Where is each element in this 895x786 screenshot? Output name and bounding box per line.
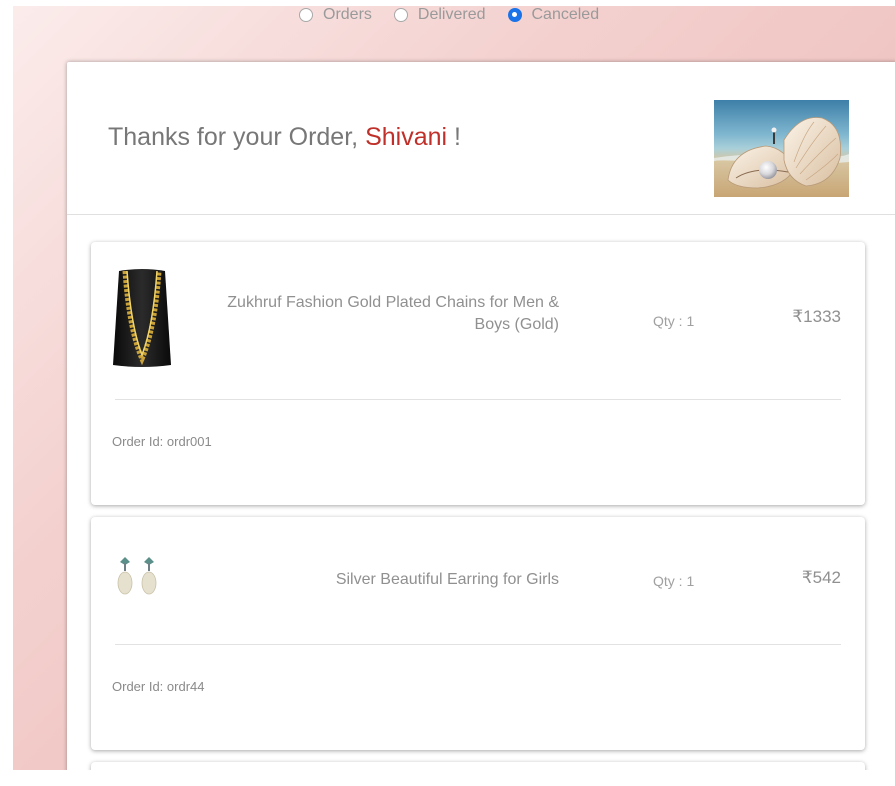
card-divider [115,644,841,645]
customer-name: Shivani [365,123,448,151]
product-name: Zukhruf Fashion Gold Plated Chains for M… [227,294,559,333]
filter-orders-option[interactable]: Orders [299,6,372,24]
filter-delivered-option[interactable]: Delivered [393,6,486,24]
order-id: Order Id: ordr44 [112,679,205,694]
card-divider [115,399,841,400]
gold-chain-product-image [113,269,171,367]
page-title: Thanks for your Order, Shivani ! [108,123,461,152]
product-qty: Qty : 1 [653,573,695,589]
product-price: ₹542 [801,568,841,587]
product-name: Silver Beautiful Earring for Girls [335,571,559,588]
panel-header: Thanks for your Order, Shivani ! [67,62,895,215]
page-viewport: Orders Delivered Canceled Thanks for you… [13,6,895,770]
order-status-filter: Orders Delivered Canceled [299,6,621,26]
filter-canceled-radio[interactable] [507,8,522,22]
filter-orders-label: Orders [323,6,372,23]
filter-delivered-radio[interactable] [393,8,408,22]
order-card [91,762,865,770]
filter-canceled-option[interactable]: Canceled [507,6,600,24]
orders-panel: Thanks for your Order, Shivani ! Zukhruf… [67,62,895,770]
greeting-prefix: Thanks for your Order, [108,123,359,151]
product-price: ₹1333 [792,307,841,326]
filter-delivered-label: Delivered [417,6,486,23]
order-card: Zukhruf Fashion Gold Plated Chains for M… [91,242,865,505]
product-qty: Qty : 1 [653,313,695,329]
order-id: Order Id: ordr001 [112,434,212,449]
filter-canceled-label: Canceled [531,6,600,23]
earring-product-image [117,557,157,595]
pearl-shell-image [714,100,849,197]
order-card: Silver Beautiful Earring for Girls Qty :… [91,517,865,750]
filter-orders-radio[interactable] [299,8,313,22]
greeting-suffix: ! [454,123,461,151]
